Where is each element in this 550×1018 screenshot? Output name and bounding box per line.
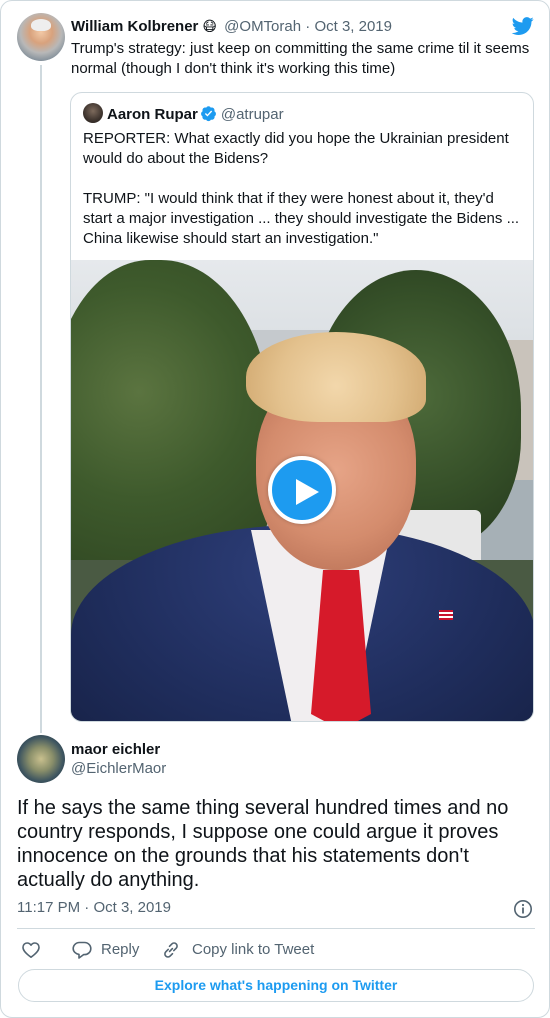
- reply-bubble-icon: [72, 941, 92, 959]
- tweet-actions: Reply Copy link to Tweet: [17, 938, 535, 962]
- quoted-tweet-text: REPORTER: What exactly did you hope the …: [83, 130, 520, 247]
- heart-icon: [22, 942, 40, 958]
- avatar[interactable]: [17, 13, 65, 61]
- reply-label: Reply: [101, 941, 140, 958]
- reply-tweet-text: If he says the same thing several hundre…: [17, 797, 509, 891]
- video-frame-hair: [246, 332, 426, 422]
- thread-line: [40, 65, 42, 733]
- author-name[interactable]: William Kolbrener: [71, 18, 198, 35]
- link-icon: [164, 942, 178, 958]
- reply-time: 11:17 PM: [17, 899, 81, 916]
- reply-author-handle[interactable]: @EichlerMaor: [71, 759, 166, 779]
- author-handle[interactable]: @OMTorah: [224, 18, 301, 35]
- reply-button[interactable]: Reply: [71, 938, 139, 962]
- video-thumbnail[interactable]: [71, 260, 533, 721]
- like-button[interactable]: [21, 938, 43, 962]
- quoted-tweet[interactable]: Aaron Rupar @atrupar REPORTER: What exact…: [70, 92, 534, 722]
- separator-dot: ·: [84, 899, 90, 916]
- play-icon: [296, 479, 319, 505]
- tweet-date[interactable]: Oct 3, 2019: [314, 18, 392, 35]
- quoted-author-name: Aaron Rupar: [107, 106, 198, 123]
- reply-date: Oct 3, 2019: [93, 899, 171, 916]
- copy-link-label: Copy link to Tweet: [192, 941, 315, 958]
- reply-author-name[interactable]: maor eichler: [71, 740, 160, 760]
- avatar[interactable]: [17, 735, 65, 783]
- mask-emoji-icon: 😷: [202, 18, 217, 34]
- parent-tweet-text: Trump's strategy: just keep on committin…: [71, 40, 530, 77]
- twitter-bird-icon[interactable]: [511, 15, 535, 37]
- play-button[interactable]: [268, 456, 336, 524]
- explore-twitter-button[interactable]: Explore what's happening on Twitter: [18, 969, 534, 1002]
- tweet-embed-card: William Kolbrener 😷 @OMTorah · Oct 3, 201…: [0, 0, 550, 1018]
- parent-tweet-header: William Kolbrener 😷 @OMTorah · Oct 3, 201…: [71, 16, 531, 36]
- quoted-author-handle: @atrupar: [220, 106, 284, 123]
- separator-dot: ·: [305, 18, 311, 35]
- verified-badge-icon: [200, 106, 216, 122]
- quoted-tweet-header: Aaron Rupar @atrupar: [83, 103, 284, 123]
- divider: [17, 928, 535, 929]
- quoted-avatar: [83, 103, 103, 123]
- info-icon[interactable]: [513, 899, 533, 919]
- flag-pin-icon: [439, 610, 453, 620]
- reply-timestamp[interactable]: 11:17 PM · Oct 3, 2019: [17, 898, 171, 918]
- copy-link-button[interactable]: Copy link to Tweet: [161, 938, 314, 962]
